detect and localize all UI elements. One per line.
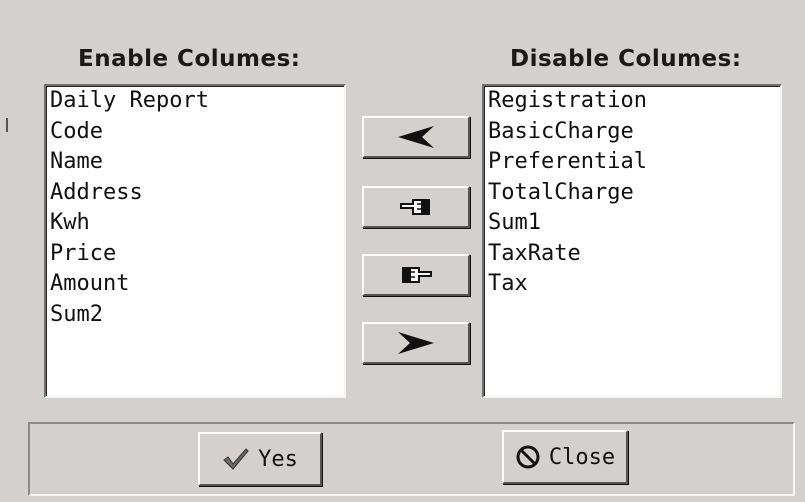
list-item[interactable]: BasicCharge <box>484 117 780 148</box>
hand-pointing-right-icon <box>402 267 432 283</box>
checkmark-icon <box>223 448 249 470</box>
list-item[interactable]: Tax <box>484 269 780 300</box>
close-button-label: Close <box>548 444 616 470</box>
list-item[interactable]: Sum1 <box>484 208 780 239</box>
yes-button[interactable]: Yes <box>198 432 322 486</box>
enable-columns-list[interactable]: Daily Report Code Name Address Kwh Price… <box>44 84 346 398</box>
edge-mark <box>6 118 8 132</box>
arrow-right-icon <box>398 332 434 354</box>
list-item[interactable]: Code <box>46 117 344 148</box>
list-item[interactable]: Registration <box>484 86 780 117</box>
list-item[interactable]: Kwh <box>46 208 344 239</box>
list-item[interactable]: TotalCharge <box>484 178 780 209</box>
close-button[interactable]: Close <box>502 430 628 484</box>
disable-columns-title: Disable Columes: <box>510 46 742 72</box>
list-item[interactable]: Address <box>46 178 344 209</box>
list-item[interactable]: Price <box>46 239 344 270</box>
enable-columns-title: Enable Columes: <box>78 46 301 72</box>
list-item[interactable]: Sum2 <box>46 300 344 331</box>
move-left-button[interactable] <box>362 116 470 158</box>
move-right-button[interactable] <box>362 322 470 364</box>
yes-button-label: Yes <box>258 446 298 472</box>
arrow-left-icon <box>398 126 434 148</box>
disable-columns-list[interactable]: Registration BasicCharge Preferential To… <box>482 84 782 398</box>
button-panel <box>28 422 795 496</box>
list-item[interactable]: Preferential <box>484 147 780 178</box>
list-item[interactable]: Daily Report <box>46 86 344 117</box>
list-item[interactable]: Name <box>46 147 344 178</box>
move-all-left-button[interactable] <box>362 186 470 228</box>
move-all-right-button[interactable] <box>362 254 470 296</box>
list-item[interactable]: Amount <box>46 269 344 300</box>
column-config-dialog: Enable Columes: Daily Report Code Name A… <box>0 0 805 502</box>
hand-pointing-left-icon <box>400 199 430 215</box>
no-sign-icon <box>516 445 540 469</box>
list-item[interactable]: TaxRate <box>484 239 780 270</box>
